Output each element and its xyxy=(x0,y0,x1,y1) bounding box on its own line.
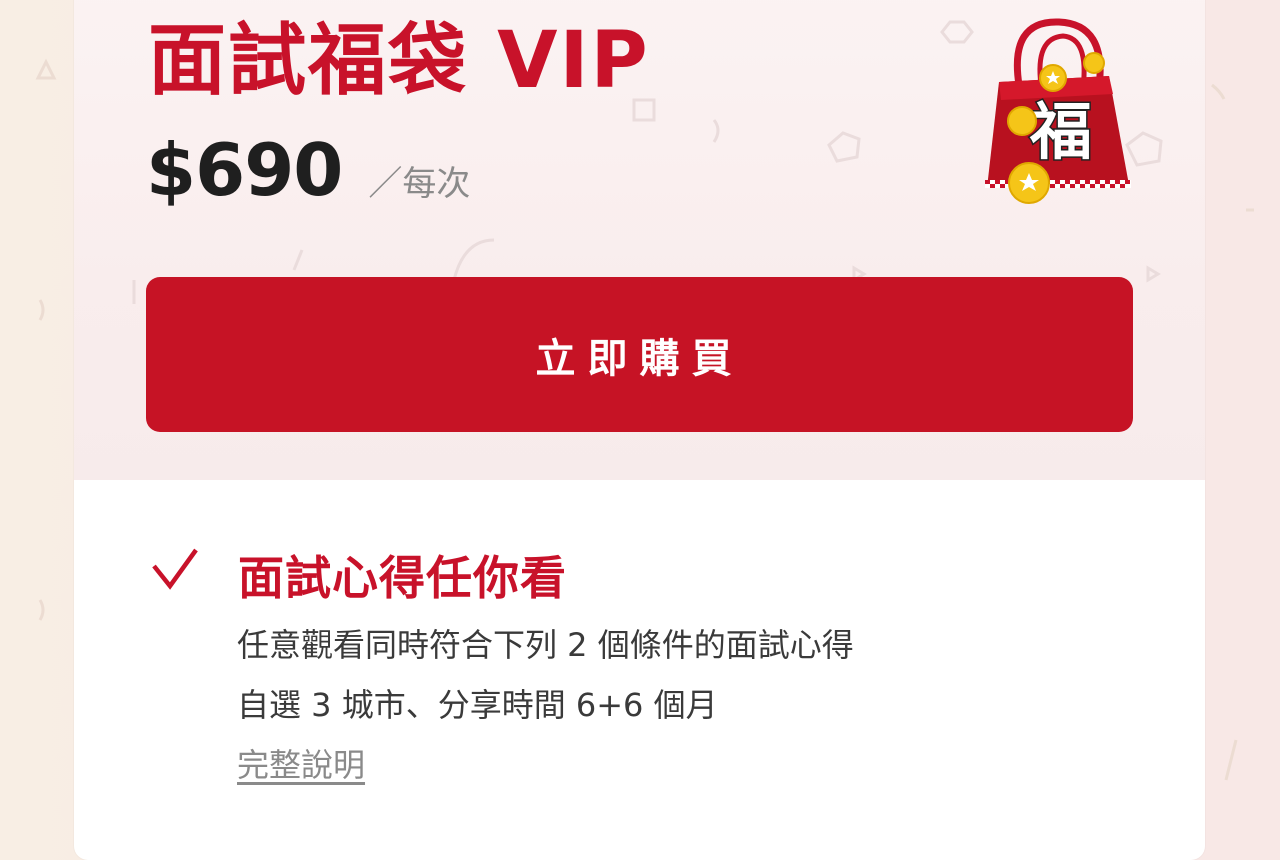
vip-plan-card: 面試福袋 VIP $690 ／每次 福 立即購買 面試心得任你看 任意觀看同時符… xyxy=(74,0,1205,860)
full-description-link[interactable]: 完整說明 xyxy=(237,740,365,786)
fu-character: 福 xyxy=(1029,95,1092,168)
feature-title: 面試心得任你看 xyxy=(238,551,567,605)
price-row: $690 ／每次 xyxy=(146,128,470,212)
lucky-bag-icon: 福 xyxy=(949,10,1149,224)
feature-description-line-2: 自選 3 城市、分享時間 6+6 個月 xyxy=(237,686,718,724)
price-unit: ／每次 xyxy=(368,164,471,204)
feature-description-line-1: 任意觀看同時符合下列 2 個條件的面試心得 xyxy=(237,626,854,664)
plan-title: 面試福袋 VIP xyxy=(148,16,650,106)
check-icon xyxy=(152,548,198,590)
buy-now-button[interactable]: 立即購買 xyxy=(146,277,1133,432)
plan-price: $690 xyxy=(146,128,343,212)
